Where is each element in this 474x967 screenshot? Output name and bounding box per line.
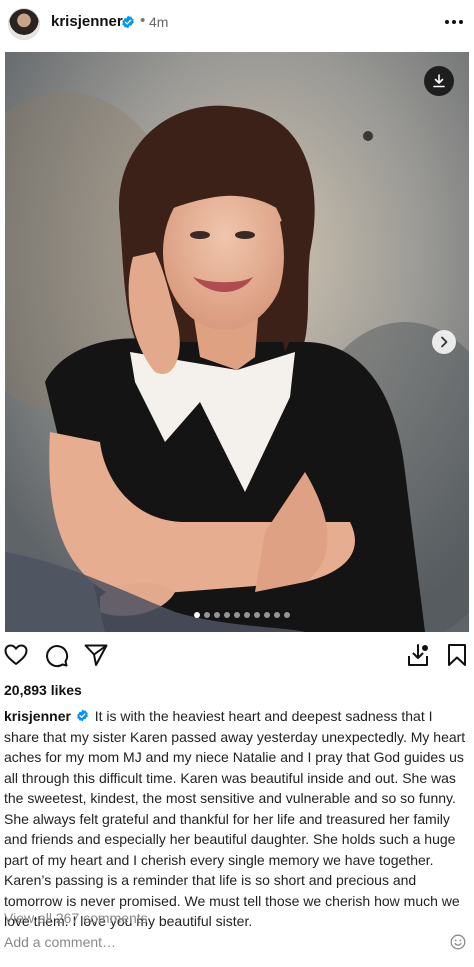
carousel-dot — [194, 612, 200, 618]
emoji-icon[interactable] — [450, 934, 466, 950]
carousel-dot — [254, 612, 260, 618]
carousel-dot — [284, 612, 290, 618]
action-bar — [0, 640, 474, 674]
post-caption: krisjenner It is with the heaviest heart… — [4, 706, 468, 932]
likes-count[interactable]: 20,893 likes — [4, 682, 82, 698]
carousel-indicator — [194, 612, 290, 618]
carousel-dot — [224, 612, 230, 618]
separator-dot: • — [140, 12, 146, 29]
portrait-image — [5, 52, 469, 632]
chevron-right-icon — [441, 336, 448, 348]
view-all-comments-link[interactable]: View all 267 comments — [4, 910, 148, 926]
verified-badge-icon — [77, 709, 88, 722]
more-options-icon[interactable] — [444, 14, 464, 30]
carousel-dot — [244, 612, 250, 618]
share-icon[interactable] — [83, 642, 109, 668]
caption-username[interactable]: krisjenner — [4, 708, 71, 724]
carousel-dot — [234, 612, 240, 618]
carousel-dot — [204, 612, 210, 618]
add-comment-input[interactable]: Add a comment… — [4, 934, 116, 950]
bookmark-icon[interactable] — [444, 642, 470, 668]
save-to-device-icon[interactable] — [405, 642, 431, 668]
carousel-dot — [264, 612, 270, 618]
heart-icon[interactable] — [3, 642, 29, 668]
carousel-dot — [274, 612, 280, 618]
avatar[interactable] — [8, 8, 40, 40]
comment-icon[interactable] — [43, 642, 69, 668]
next-slide-button[interactable] — [432, 330, 456, 354]
download-button[interactable] — [424, 66, 454, 96]
download-icon — [433, 74, 445, 88]
post-photo[interactable] — [5, 52, 469, 632]
caption-text: It is with the heaviest heart and deepes… — [4, 708, 466, 929]
username[interactable]: krisjenner — [51, 13, 123, 30]
verified-badge-icon — [122, 15, 134, 29]
carousel-dot — [214, 612, 220, 618]
post-header: krisjenner • 4m — [0, 0, 474, 48]
post-time[interactable]: 4m — [149, 14, 168, 30]
